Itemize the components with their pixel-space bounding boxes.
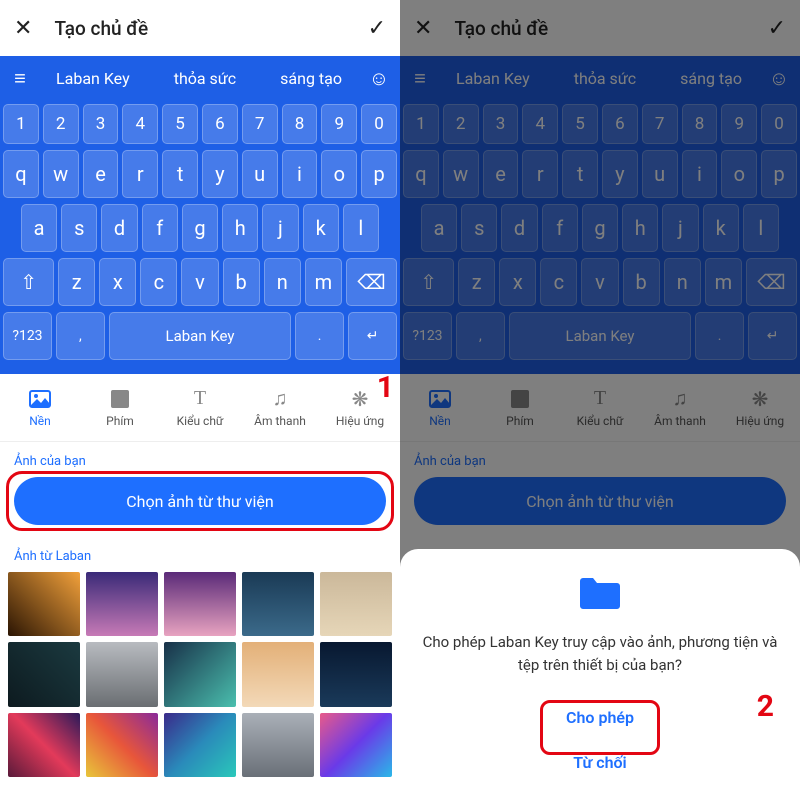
key-r[interactable]: r [122, 150, 158, 198]
key-h[interactable]: h [222, 204, 258, 252]
key-p[interactable]: p [361, 150, 397, 198]
permission-dialog: Cho phép Laban Key truy cập vào ảnh, phư… [400, 549, 800, 800]
square-icon [111, 388, 129, 410]
key-o[interactable]: o [321, 150, 357, 198]
emoji-icon[interactable]: ☺ [364, 66, 394, 91]
wallpaper-thumb[interactable] [8, 642, 80, 706]
permission-message: Cho phép Laban Key truy cập vào ảnh, phư… [422, 631, 778, 676]
tab-background[interactable]: Nền [0, 374, 80, 441]
theme-tabs: Nền Phím T Kiểu chữ ♫ Âm thanh ❋ Hiệu ứn… [0, 374, 400, 442]
confirm-icon[interactable]: ✓ [368, 16, 386, 41]
folder-icon [578, 575, 622, 611]
deny-button[interactable]: Từ chối [422, 753, 778, 772]
key-dot[interactable]: . [295, 312, 344, 360]
key-u[interactable]: u [242, 150, 278, 198]
wallpaper-thumb[interactable] [8, 713, 80, 777]
wallpaper-thumb[interactable] [164, 642, 236, 706]
tab-keys[interactable]: Phím [80, 374, 160, 441]
wallpaper-thumb[interactable] [242, 713, 314, 777]
key-k[interactable]: k [303, 204, 339, 252]
key-s[interactable]: s [61, 204, 97, 252]
tab-label: Hiệu ứng [336, 414, 384, 428]
key-z[interactable]: z [58, 258, 95, 306]
image-icon [29, 388, 51, 410]
tab-label: Nền [29, 414, 51, 428]
key-t[interactable]: t [162, 150, 198, 198]
close-icon[interactable]: ✕ [14, 16, 32, 41]
tab-sound[interactable]: ♫ Âm thanh [240, 374, 320, 441]
key-4[interactable]: 4 [122, 104, 158, 144]
key-3[interactable]: 3 [83, 104, 119, 144]
page-title: Tạo chủ đề [54, 17, 367, 40]
key-1[interactable]: 1 [3, 104, 39, 144]
text-icon: T [194, 388, 206, 410]
screen-step-1: ✕ Tạo chủ đề ✓ ≡ Laban Key thỏa sức sáng… [0, 0, 400, 800]
key-n[interactable]: n [264, 258, 301, 306]
key-6[interactable]: 6 [202, 104, 238, 144]
tab-label: Âm thanh [254, 414, 306, 428]
key-q[interactable]: q [3, 150, 39, 198]
key-backspace[interactable]: ⌫ [346, 258, 397, 306]
key-a[interactable]: a [21, 204, 57, 252]
key-e[interactable]: e [83, 150, 119, 198]
wallpaper-thumb[interactable] [8, 572, 80, 636]
key-mic[interactable]: , [56, 312, 105, 360]
key-w[interactable]: w [43, 150, 79, 198]
sparkle-icon: ❋ [352, 388, 369, 410]
wallpaper-thumb[interactable] [320, 572, 392, 636]
key-m[interactable]: m [305, 258, 342, 306]
wallpaper-thumb[interactable] [86, 713, 158, 777]
wallpaper-thumb[interactable] [242, 572, 314, 636]
wallpaper-thumb[interactable] [242, 642, 314, 706]
key-x[interactable]: x [99, 258, 136, 306]
app-header: ✕ Tạo chủ đề ✓ [0, 0, 400, 56]
key-shift[interactable]: ⇧ [3, 258, 54, 306]
key-enter[interactable]: ↵ [348, 312, 397, 360]
wallpaper-thumb[interactable] [164, 572, 236, 636]
key-i[interactable]: i [282, 150, 318, 198]
section-your-photos: Ảnh của bạn [0, 442, 400, 477]
keyboard-preview: ≡ Laban Key thỏa sức sáng tạo ☺ 12345678… [0, 56, 400, 374]
key-symbols[interactable]: ?123 [3, 312, 52, 360]
music-icon: ♫ [273, 388, 288, 410]
key-8[interactable]: 8 [282, 104, 318, 144]
key-y[interactable]: y [202, 150, 238, 198]
key-0[interactable]: 0 [361, 104, 397, 144]
tab-label: Phím [106, 414, 134, 428]
choose-from-library-button[interactable]: Chọn ảnh từ thư viện [14, 477, 386, 525]
wallpaper-thumb[interactable] [86, 572, 158, 636]
key-7[interactable]: 7 [242, 104, 278, 144]
suggestion-bar: ≡ Laban Key thỏa sức sáng tạo ☺ [0, 56, 400, 100]
key-f[interactable]: f [142, 204, 178, 252]
key-j[interactable]: j [262, 204, 298, 252]
key-l[interactable]: l [343, 204, 379, 252]
screen-step-2: ✕ Tạo chủ đề ✓ ≡ Laban Key thỏa sức sáng… [400, 0, 800, 800]
key-2[interactable]: 2 [43, 104, 79, 144]
suggestion-word[interactable]: thỏa sức [174, 69, 236, 88]
wallpaper-thumb[interactable] [164, 713, 236, 777]
wallpaper-thumb[interactable] [86, 642, 158, 706]
key-b[interactable]: b [223, 258, 260, 306]
tab-label: Kiểu chữ [177, 414, 224, 428]
key-g[interactable]: g [182, 204, 218, 252]
key-c[interactable]: c [140, 258, 177, 306]
section-laban-photos: Ảnh từ Laban [0, 537, 400, 572]
wallpaper-grid [0, 572, 400, 777]
key-5[interactable]: 5 [162, 104, 198, 144]
wallpaper-thumb[interactable] [320, 713, 392, 777]
suggestion-word[interactable]: sáng tạo [280, 69, 342, 88]
key-d[interactable]: d [101, 204, 137, 252]
key-9[interactable]: 9 [321, 104, 357, 144]
allow-button[interactable]: Cho phép [548, 702, 652, 733]
wallpaper-thumb[interactable] [320, 642, 392, 706]
key-space[interactable]: Laban Key [109, 312, 291, 360]
key-v[interactable]: v [181, 258, 218, 306]
tab-font[interactable]: T Kiểu chữ [160, 374, 240, 441]
step-badge-2: 2 [757, 689, 774, 724]
suggestion-word[interactable]: Laban Key [56, 69, 130, 88]
step-badge-1: 1 [377, 370, 394, 405]
menu-icon[interactable]: ≡ [6, 66, 34, 91]
